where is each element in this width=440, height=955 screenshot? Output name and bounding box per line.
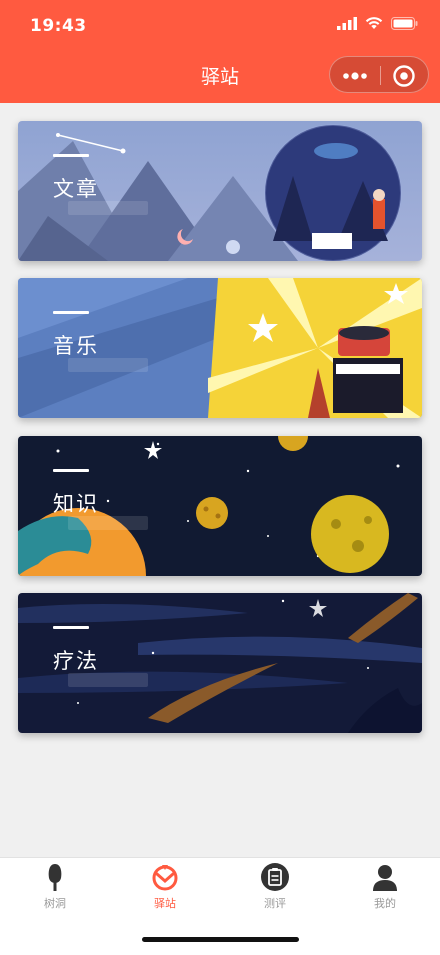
card-articles[interactable]: 文章 — [18, 121, 422, 261]
tab-label: 我的 — [374, 897, 396, 910]
tab-label: 测评 — [264, 897, 286, 910]
tab-station[interactable]: 驿站 — [110, 862, 220, 912]
card-placeholder — [68, 358, 148, 372]
card-music[interactable]: 音乐 — [18, 278, 422, 418]
card-accent-bar — [53, 626, 89, 629]
more-dots-icon[interactable] — [342, 68, 368, 82]
tab-profile[interactable]: 我的 — [330, 862, 440, 912]
card-label-therapy: 疗法 — [53, 649, 99, 673]
card-accent-bar — [53, 311, 89, 314]
wifi-icon — [365, 17, 383, 29]
target-circle-icon[interactable] — [392, 64, 416, 88]
card-placeholder — [68, 673, 148, 687]
card-accent-bar — [53, 469, 89, 472]
card-label-knowledge: 知识 — [53, 492, 99, 516]
card-label-music: 音乐 — [53, 334, 99, 358]
tab-label: 驿站 — [154, 897, 176, 910]
card-accent-bar — [53, 154, 89, 157]
status-icons — [337, 17, 418, 30]
capsule-divider — [380, 66, 381, 85]
tab-label: 树洞 — [44, 897, 66, 910]
mini-program-capsule — [329, 56, 429, 93]
card-therapy[interactable]: 疗法 — [18, 593, 422, 733]
clipboard-icon — [261, 863, 289, 891]
card-placeholder — [68, 201, 148, 215]
card-label-articles: 文章 — [53, 177, 99, 201]
tab-tree-hole[interactable]: 树洞 — [0, 862, 110, 912]
top-header: 19:43 驿站 — [0, 0, 440, 103]
status-time: 19:43 — [30, 16, 87, 36]
battery-icon — [391, 17, 418, 30]
card-knowledge[interactable]: 知识 — [18, 436, 422, 576]
card-placeholder — [68, 516, 148, 530]
signal-icon — [337, 17, 357, 30]
person-icon — [373, 865, 397, 891]
tree-icon — [48, 864, 62, 891]
tab-assessment[interactable]: 测评 — [220, 862, 330, 912]
station-icon — [152, 865, 178, 891]
home-indicator — [142, 937, 299, 942]
